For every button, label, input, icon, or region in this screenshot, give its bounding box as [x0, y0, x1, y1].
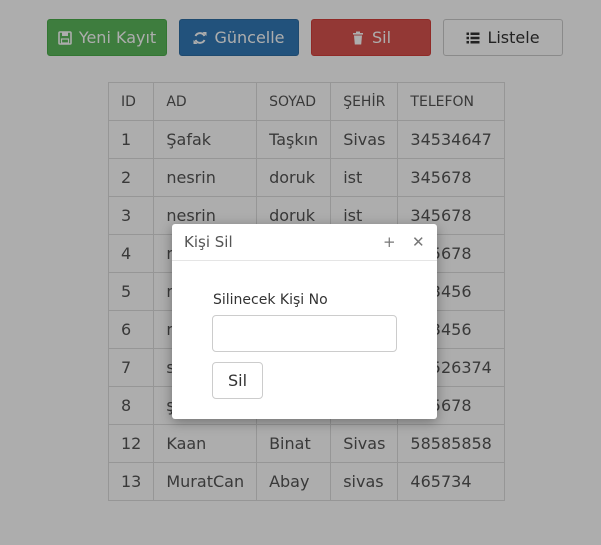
person-no-input[interactable]	[212, 315, 397, 352]
dialog-title: Kişi Sil	[184, 233, 233, 251]
person-no-label: Silinecek Kişi No	[213, 292, 328, 308]
close-icon[interactable]: ✕	[412, 233, 425, 251]
confirm-delete-button[interactable]: Sil	[212, 362, 263, 399]
maximize-icon[interactable]: +	[383, 233, 396, 251]
delete-person-dialog: Kişi Sil + ✕ Silinecek Kişi No Sil	[172, 224, 437, 419]
dialog-header[interactable]: Kişi Sil + ✕	[172, 224, 437, 261]
